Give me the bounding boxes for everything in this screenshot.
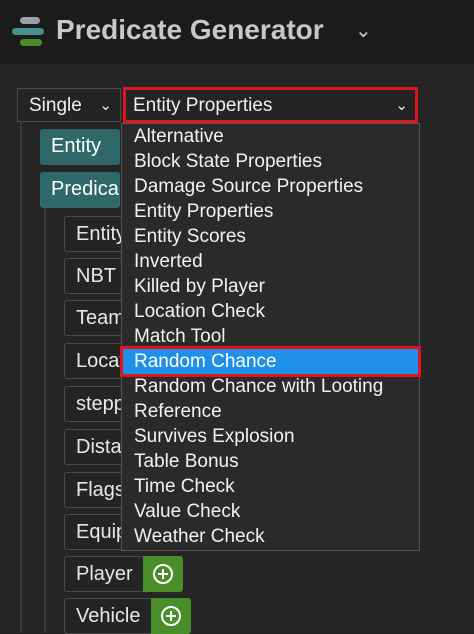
field-equipment[interactable]: Equip (64, 514, 128, 550)
mode-select-value: Single (29, 95, 82, 116)
option-survives-explosion[interactable]: Survives Explosion (123, 424, 418, 449)
option-label: Random Chance with Looting (134, 376, 384, 397)
option-weather-check[interactable]: Weather Check (123, 524, 418, 549)
option-table-bonus[interactable]: Table Bonus (123, 449, 418, 474)
field-nbt[interactable]: NBT (64, 258, 124, 294)
field-label: Player (76, 563, 133, 585)
field-flags[interactable]: Flags (64, 472, 125, 508)
option-label: Value Check (134, 501, 241, 522)
option-label: Killed by Player (134, 276, 265, 297)
mode-select[interactable]: Single ⌄ (17, 88, 121, 122)
page-title: Predicate Generator (56, 14, 324, 45)
plus-circle-icon (153, 564, 173, 584)
field-label: Locat (76, 350, 125, 372)
predicate-type-dropdown: Alternative Block State Properties Damag… (120, 123, 421, 551)
chevron-down-icon[interactable]: ⌄ (355, 18, 372, 43)
option-label: Alternative (134, 126, 224, 147)
option-inverted[interactable]: Inverted (123, 249, 418, 274)
option-block-state-properties[interactable]: Block State Properties (123, 149, 418, 174)
option-label: Weather Check (134, 526, 265, 547)
predicate-node[interactable]: Predica (40, 172, 120, 208)
add-vehicle-button[interactable] (151, 598, 191, 634)
option-killed-by-player[interactable]: Killed by Player (123, 274, 418, 299)
field-label: Team (76, 307, 125, 329)
option-label: Survives Explosion (134, 426, 295, 447)
option-alternative[interactable]: Alternative (123, 124, 418, 149)
plus-circle-icon (161, 606, 181, 626)
field-team[interactable]: Team (64, 300, 125, 336)
add-player-button[interactable] (143, 556, 183, 592)
predicate-node-label: Predica (51, 178, 119, 200)
field-vehicle: Vehicle (64, 598, 152, 634)
entity-node[interactable]: Entity (40, 129, 120, 165)
tree-line (44, 208, 46, 633)
field-label: Flags (76, 479, 125, 501)
option-time-check[interactable]: Time Check (123, 474, 418, 499)
option-value-check[interactable]: Value Check (123, 499, 418, 524)
field-label: Entity (76, 223, 127, 245)
option-label: Reference (134, 401, 222, 422)
annotation-highlight (123, 87, 418, 123)
field-label: stepp (76, 393, 125, 415)
option-label: Entity Scores (134, 226, 246, 247)
option-label: Random Chance (134, 351, 277, 372)
option-label: Inverted (134, 251, 203, 272)
option-reference[interactable]: Reference (123, 399, 418, 424)
option-location-check[interactable]: Location Check (123, 299, 418, 324)
app-header: Predicate Generator ⌄ (0, 0, 474, 64)
option-label: Time Check (134, 476, 235, 497)
option-match-tool[interactable]: Match Tool (123, 324, 418, 349)
logo-icon (12, 17, 44, 47)
field-location[interactable]: Locat (64, 343, 125, 379)
option-label: Table Bonus (134, 451, 239, 472)
option-label: Match Tool (134, 326, 226, 347)
field-label: Equip (76, 521, 128, 543)
option-label: Block State Properties (134, 151, 322, 172)
field-stepping-on[interactable]: stepp (64, 386, 125, 422)
option-entity-scores[interactable]: Entity Scores (123, 224, 418, 249)
tree-line (20, 122, 22, 633)
option-label: Entity Properties (134, 201, 274, 222)
option-damage-source-properties[interactable]: Damage Source Properties (123, 174, 418, 199)
option-label: Damage Source Properties (134, 176, 364, 197)
chevron-down-icon: ⌄ (99, 97, 112, 114)
option-entity-properties[interactable]: Entity Properties (123, 199, 418, 224)
option-random-chance-with-looting[interactable]: Random Chance with Looting (123, 374, 418, 399)
field-label: Dista (76, 436, 122, 458)
field-label: NBT (76, 265, 116, 287)
field-player: Player (64, 556, 144, 592)
field-distance[interactable]: Dista (64, 429, 124, 465)
option-label: Location Check (134, 301, 265, 322)
field-label: Vehicle (76, 605, 141, 627)
entity-node-label: Entity (51, 135, 102, 157)
option-random-chance[interactable]: Random Chance (120, 346, 421, 377)
field-entity[interactable]: Entity (64, 216, 127, 252)
